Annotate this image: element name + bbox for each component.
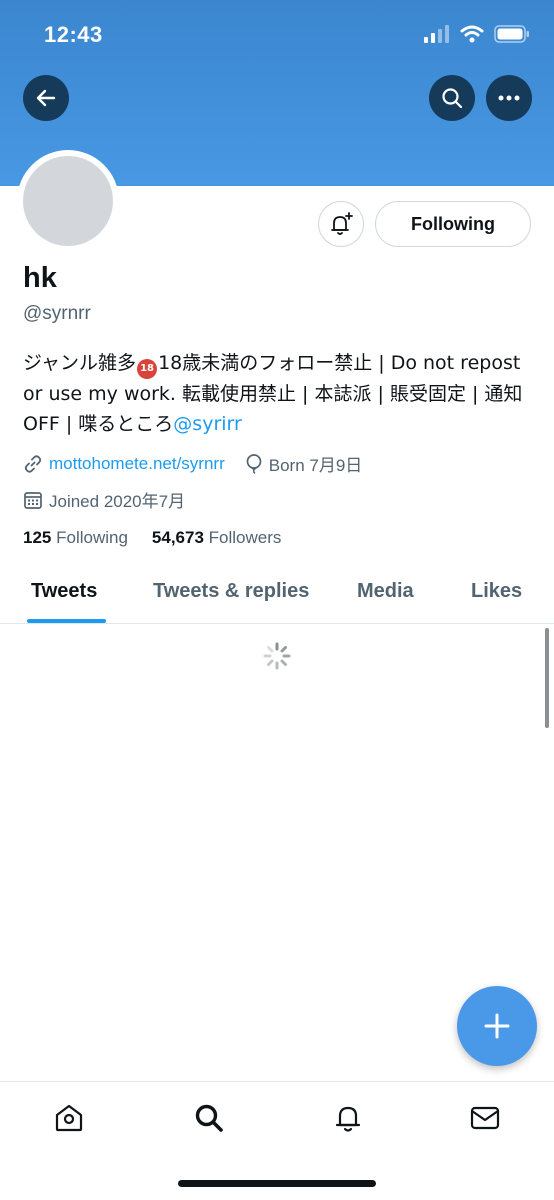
birthday-text: Born 7月9日 <box>268 456 363 475</box>
more-button[interactable] <box>486 75 532 121</box>
status-icons <box>424 25 530 43</box>
followers-count-link[interactable]: 54,673 Followers <box>152 528 281 548</box>
tab-tweets[interactable]: Tweets <box>31 580 97 603</box>
following-button[interactable]: Following <box>375 201 531 247</box>
active-tab-indicator <box>27 619 106 623</box>
nav-search[interactable] <box>191 1100 227 1136</box>
nav-notifications[interactable] <box>330 1100 366 1136</box>
follow-counts: 125 Following 54,673 Followers <box>23 528 305 548</box>
compose-tweet-button[interactable] <box>457 986 537 1066</box>
status-bar: 12:43 <box>0 0 554 70</box>
profile-tabs: Tweets Tweets & replies Media Likes <box>0 560 554 624</box>
notifications-toggle-button[interactable] <box>318 201 364 247</box>
following-label: Following <box>56 528 128 547</box>
arrow-left-icon <box>36 89 56 107</box>
website-link[interactable]: mottohomete.net/syrnrr <box>49 454 225 474</box>
followers-count: 54,673 <box>151 528 204 547</box>
r18-prohibited-icon: 18 <box>137 359 158 379</box>
bio-mention-link[interactable]: @syrirr <box>173 413 242 435</box>
calendar-icon <box>24 491 42 509</box>
tab-media[interactable]: Media <box>357 580 414 603</box>
tab-tweets-and-replies[interactable]: Tweets & replies <box>153 580 309 603</box>
balloon-icon <box>246 453 262 474</box>
following-count-link[interactable]: 125 Following <box>23 528 128 548</box>
bio: ジャンル雑多 18 18歳未満のフォロー禁止 | Do not repost or … <box>23 348 533 439</box>
scrollbar[interactable] <box>545 628 549 728</box>
display-name: hk <box>23 262 57 294</box>
avatar-image <box>23 156 113 246</box>
search-icon <box>195 1104 223 1132</box>
avatar[interactable] <box>17 150 119 252</box>
bell-plus-icon <box>331 212 353 235</box>
nav-home[interactable] <box>51 1100 87 1136</box>
link-icon <box>24 454 42 473</box>
ellipsis-icon <box>498 95 520 101</box>
nav-messages[interactable] <box>467 1100 503 1136</box>
mail-icon <box>470 1106 500 1130</box>
wifi-icon <box>460 25 484 43</box>
search-icon <box>442 88 463 109</box>
plus-icon <box>484 1013 510 1039</box>
home-indicator[interactable] <box>178 1180 376 1187</box>
followers-label: Followers <box>208 528 282 547</box>
tab-likes[interactable]: Likes <box>471 580 522 603</box>
battery-icon <box>494 25 529 43</box>
search-button[interactable] <box>429 75 475 121</box>
handle: @syrnrr <box>23 303 91 324</box>
birthday-item: Born 7月9日 <box>245 451 363 476</box>
loading-spinner-icon <box>263 642 291 670</box>
profile-meta-row: mottohomete.net/syrnrr Born 7月9日 <box>23 451 382 476</box>
following-count: 125 <box>23 528 52 547</box>
bio-text-part1: ジャンル雑多 <box>23 352 137 374</box>
back-button[interactable] <box>23 75 69 121</box>
joined-text: Joined 2020年7月 <box>49 492 186 511</box>
status-time: 12:43 <box>44 22 103 47</box>
joined-item: Joined 2020年7月 <box>23 487 185 512</box>
website-item: mottohomete.net/syrnrr <box>23 454 225 474</box>
profile-meta-row-joined: Joined 2020年7月 <box>23 487 205 512</box>
signal-icon <box>424 25 449 43</box>
home-icon <box>55 1104 83 1132</box>
bell-icon <box>335 1106 361 1132</box>
